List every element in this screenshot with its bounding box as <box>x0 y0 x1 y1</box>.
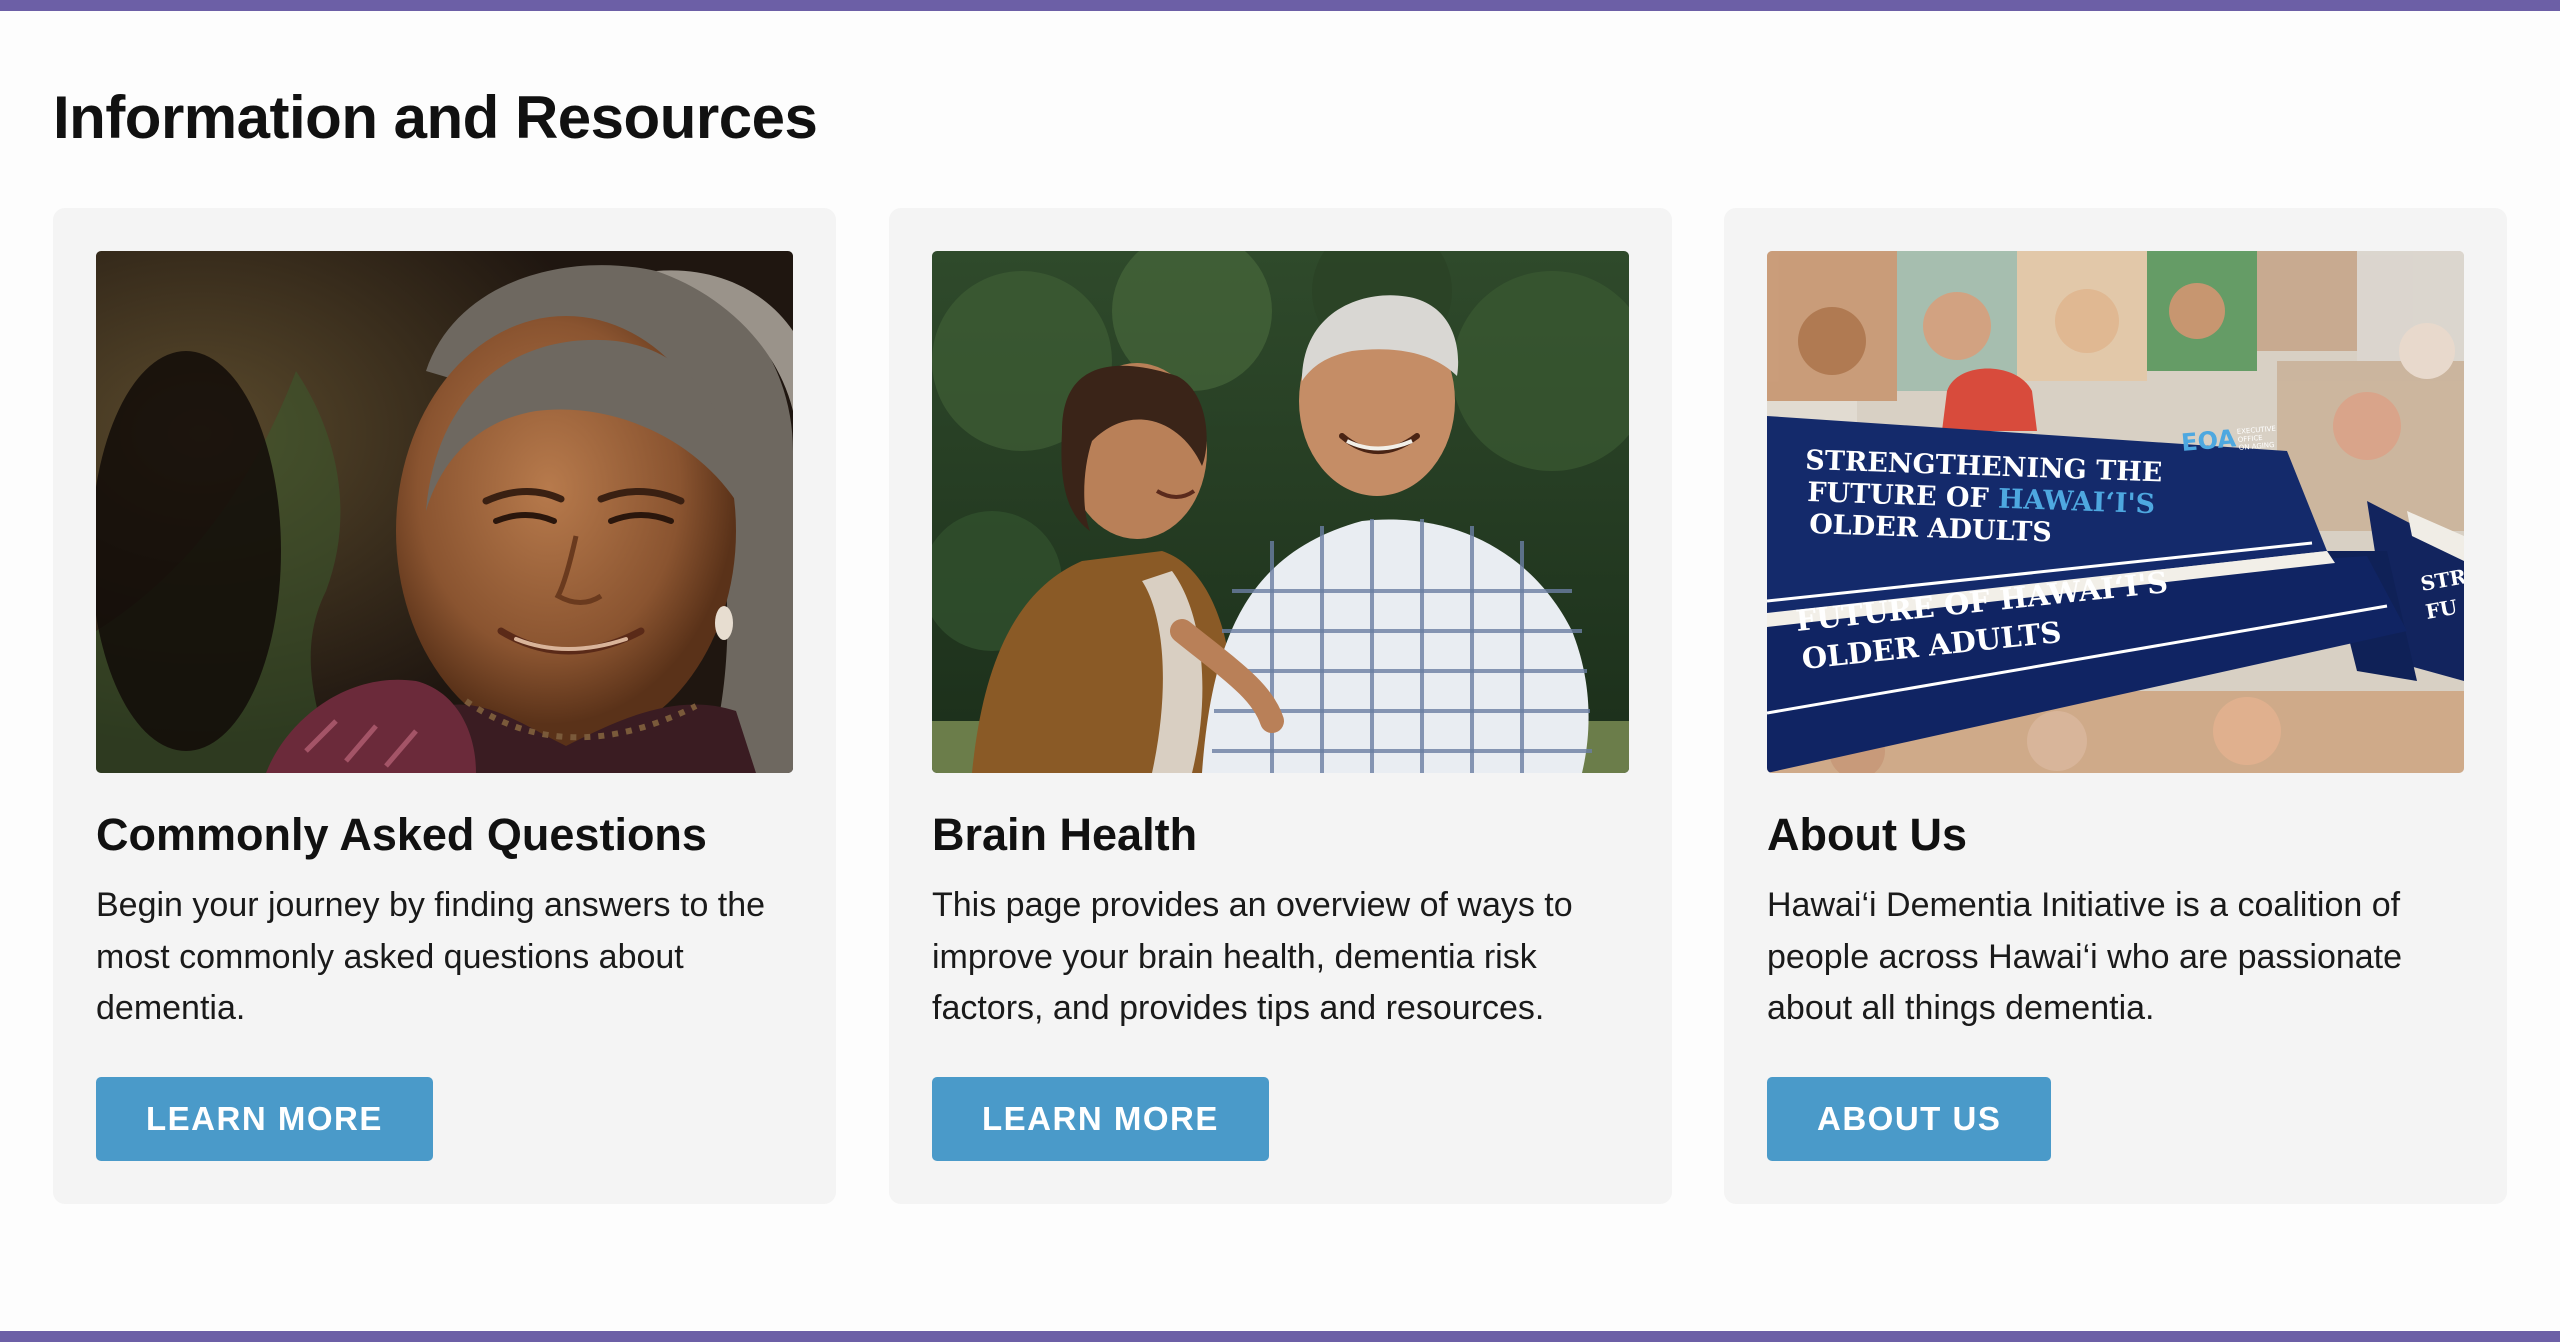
card-description: This page provides an overview of ways t… <box>932 886 1573 1027</box>
card-title: About Us <box>1767 809 1967 860</box>
card-description: Begin your journey by finding answers to… <box>96 886 766 1027</box>
card-description: Hawai‘i Dementia Initiative is a coaliti… <box>1767 886 2403 1027</box>
card-title: Brain Health <box>932 809 1198 860</box>
elder-woman-portrait-image <box>96 251 793 773</box>
top-accent-bar <box>0 0 2560 11</box>
card-image-elderly-couple <box>932 251 1629 773</box>
card-brain-health: Brain Health This page provides an overv… <box>889 208 1672 1204</box>
about-us-button[interactable]: ABOUT US <box>1767 1077 2052 1161</box>
card-title: Commonly Asked Questions <box>96 809 707 860</box>
card-image-report-booklets: STRENGTHENING THE FUTURE OF HAWAI‘I'S OL… <box>1767 251 2464 773</box>
elderly-couple-image <box>932 251 1629 773</box>
report-title-highlight: HAWAI‘I'S <box>1997 484 2155 520</box>
section-title: Information and Resources <box>53 84 818 151</box>
card-about-us: STRENGTHENING THE FUTURE OF HAWAI‘I'S OL… <box>1724 208 2507 1204</box>
report-booklets-image: STRENGTHENING THE FUTURE OF HAWAI‘I'S OL… <box>1767 251 2464 773</box>
bottom-accent-bar <box>0 1331 2560 1342</box>
learn-more-button[interactable]: LEARN MORE <box>96 1077 433 1161</box>
eoa-logo-text: EOA <box>2180 424 2237 457</box>
learn-more-button[interactable]: LEARN MORE <box>932 1077 1269 1161</box>
card-image-elder-woman-portrait <box>96 251 793 773</box>
card-commonly-asked-questions: Commonly Asked Questions Begin your jour… <box>53 208 836 1204</box>
